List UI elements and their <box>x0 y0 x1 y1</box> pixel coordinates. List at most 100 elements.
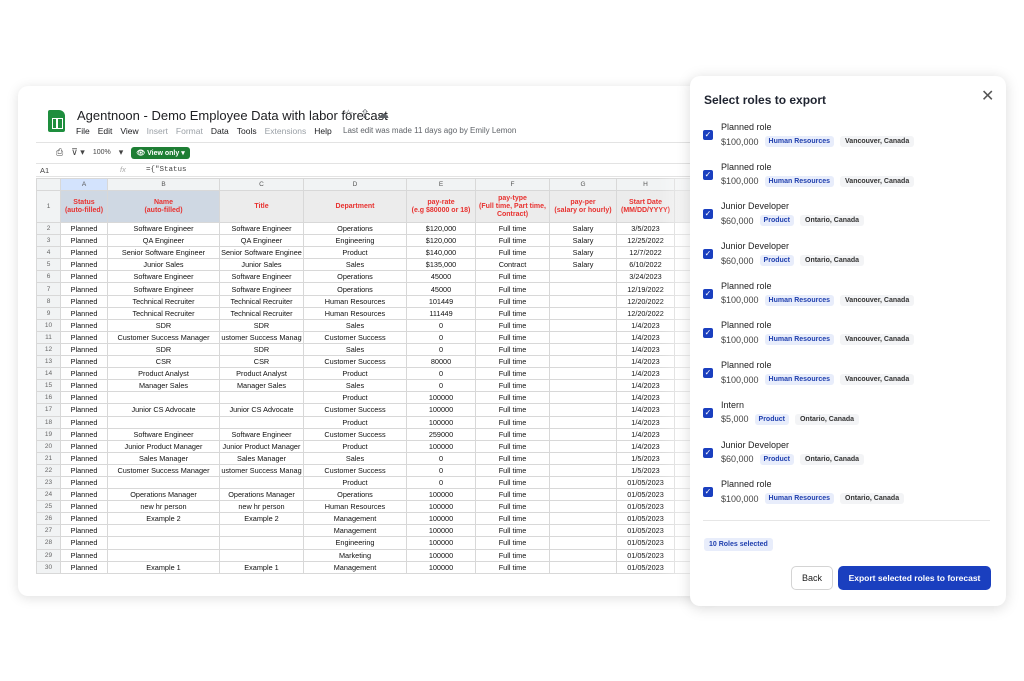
header-cell-department[interactable]: Department <box>303 190 407 223</box>
table-cell[interactable]: 45000 <box>406 282 476 296</box>
table-cell[interactable]: Technical Recruiter <box>107 294 220 308</box>
table-cell[interactable]: Operations <box>303 221 407 236</box>
table-cell[interactable] <box>219 524 304 538</box>
row-number[interactable]: 27 <box>36 524 61 538</box>
table-cell[interactable]: Full time <box>475 403 550 417</box>
table-cell[interactable]: 100000 <box>406 391 476 405</box>
move-icon[interactable]: ⇪ <box>360 107 370 121</box>
table-cell[interactable]: Planned <box>60 451 108 465</box>
table-cell[interactable]: 111449 <box>406 306 476 320</box>
table-cell[interactable]: Full time <box>475 342 550 357</box>
view-only-button[interactable]: 👁 View only ▾ <box>131 146 190 159</box>
table-cell[interactable]: Sales <box>303 258 407 272</box>
table-cell[interactable]: SDR <box>107 318 220 332</box>
table-cell[interactable]: Planned <box>60 500 108 514</box>
table-cell[interactable] <box>549 488 617 502</box>
table-cell[interactable]: Full time <box>475 512 550 526</box>
row-number[interactable]: 20 <box>36 439 61 453</box>
table-cell[interactable]: 100000 <box>406 548 476 562</box>
role-checkbox[interactable]: ✓ <box>703 130 713 140</box>
table-cell[interactable]: Full time <box>475 318 550 332</box>
table-cell[interactable]: QA Engineer <box>219 234 304 248</box>
table-cell[interactable]: Customer Success <box>303 330 407 344</box>
role-list-item[interactable]: ✓ Junior Developer $60,000 Product Ontario, … <box>703 438 993 478</box>
table-cell[interactable]: Planned <box>60 367 108 381</box>
table-cell[interactable]: $140,000 <box>406 246 476 260</box>
row-number[interactable]: 1 <box>36 190 61 223</box>
table-cell[interactable] <box>549 500 617 514</box>
table-cell[interactable]: Customer Success <box>303 463 407 477</box>
row-number[interactable]: 2 <box>36 221 61 236</box>
table-cell[interactable] <box>549 427 617 441</box>
row-number[interactable]: 14 <box>36 367 61 381</box>
table-cell[interactable]: Planned <box>60 463 108 477</box>
table-cell[interactable]: 100000 <box>406 403 476 417</box>
header-cell-pay-rate[interactable]: pay-rate (e.g $80000 or 18) <box>406 190 476 223</box>
table-cell[interactable]: Junior CS Advocate <box>107 403 220 417</box>
row-number[interactable]: 26 <box>36 512 61 526</box>
table-cell[interactable]: Technical Recruiter <box>219 294 304 308</box>
table-cell[interactable]: Planned <box>60 342 108 357</box>
table-cell[interactable]: Full time <box>475 355 550 369</box>
back-button[interactable]: Back <box>791 566 833 590</box>
role-checkbox[interactable]: ✓ <box>703 288 713 299</box>
table-cell[interactable]: 0 <box>406 367 476 381</box>
table-cell[interactable]: 0 <box>406 463 476 477</box>
zoom-select[interactable]: 100% <box>93 149 111 156</box>
table-cell[interactable]: Software Engineer <box>107 270 220 284</box>
row-number[interactable]: 10 <box>36 318 61 332</box>
table-cell[interactable]: Full time <box>475 306 550 320</box>
table-cell[interactable] <box>549 391 617 405</box>
table-cell[interactable]: Software Engineer <box>107 427 220 441</box>
table-cell[interactable] <box>549 355 617 369</box>
table-cell[interactable]: Full time <box>475 282 550 296</box>
table-cell[interactable]: Product Analyst <box>219 367 304 381</box>
role-list-item[interactable]: ✓ Planned role $100,000 Human Resources Vanc… <box>703 279 993 319</box>
table-cell[interactable] <box>107 524 220 538</box>
table-cell[interactable]: ustomer Success Manag <box>219 463 304 477</box>
table-cell[interactable]: 259000 <box>406 427 476 441</box>
row-number[interactable]: 24 <box>36 488 61 502</box>
table-cell[interactable]: Planned <box>60 560 108 574</box>
table-cell[interactable]: CSR <box>219 355 304 369</box>
table-cell[interactable]: 80000 <box>406 355 476 369</box>
table-cell[interactable]: Planned <box>60 282 108 296</box>
role-checkbox[interactable]: ✓ <box>703 447 713 458</box>
table-cell[interactable]: Operations <box>303 270 407 284</box>
row-number[interactable]: 13 <box>36 355 61 369</box>
table-cell[interactable] <box>549 403 617 417</box>
table-cell[interactable]: Sales <box>303 318 407 332</box>
table-cell[interactable] <box>549 512 617 526</box>
row-number[interactable]: 5 <box>36 258 61 272</box>
table-cell[interactable]: Sales Manager <box>107 451 220 465</box>
table-cell[interactable] <box>549 379 617 393</box>
row-number[interactable]: 17 <box>36 403 61 417</box>
table-cell[interactable]: ustomer Success Manag <box>219 330 304 344</box>
table-cell[interactable]: Marketing <box>303 548 407 562</box>
table-cell[interactable]: $120,000 <box>406 234 476 248</box>
table-cell[interactable]: Full time <box>475 548 550 562</box>
table-cell[interactable]: Customer Success Manager <box>107 463 220 477</box>
export-roles-button[interactable]: Export selected roles to forecast <box>838 566 991 590</box>
role-list-item[interactable]: ✓ Intern $5,000 Product Ontario, Canada <box>703 398 993 438</box>
chevron-down-icon[interactable]: ▾ <box>119 147 124 158</box>
table-cell[interactable]: Full time <box>475 427 550 441</box>
row-number[interactable]: 11 <box>36 330 61 344</box>
row-number[interactable]: 16 <box>36 391 61 405</box>
table-cell[interactable]: Senior Software Engineer <box>107 246 220 260</box>
role-list-item[interactable]: ✓ Planned role $100,000 Human Resources Vanc… <box>703 120 993 160</box>
table-cell[interactable]: Management <box>303 560 407 574</box>
table-cell[interactable] <box>107 536 220 550</box>
row-number[interactable]: 21 <box>36 451 61 465</box>
table-cell[interactable]: Full time <box>475 367 550 381</box>
menu-file[interactable]: File <box>76 126 90 136</box>
header-cell-pay-per[interactable]: pay-per (salary or hourly) <box>549 190 617 223</box>
table-cell[interactable] <box>549 270 617 284</box>
table-cell[interactable]: Junior Product Manager <box>219 439 304 453</box>
column-header-f[interactable]: F <box>475 178 550 191</box>
table-cell[interactable]: Customer Success Manager <box>107 330 220 344</box>
table-cell[interactable]: Operations <box>303 488 407 502</box>
column-header-a[interactable]: A <box>60 178 108 191</box>
table-cell[interactable]: Planned <box>60 439 108 453</box>
table-cell[interactable]: Product Analyst <box>107 367 220 381</box>
